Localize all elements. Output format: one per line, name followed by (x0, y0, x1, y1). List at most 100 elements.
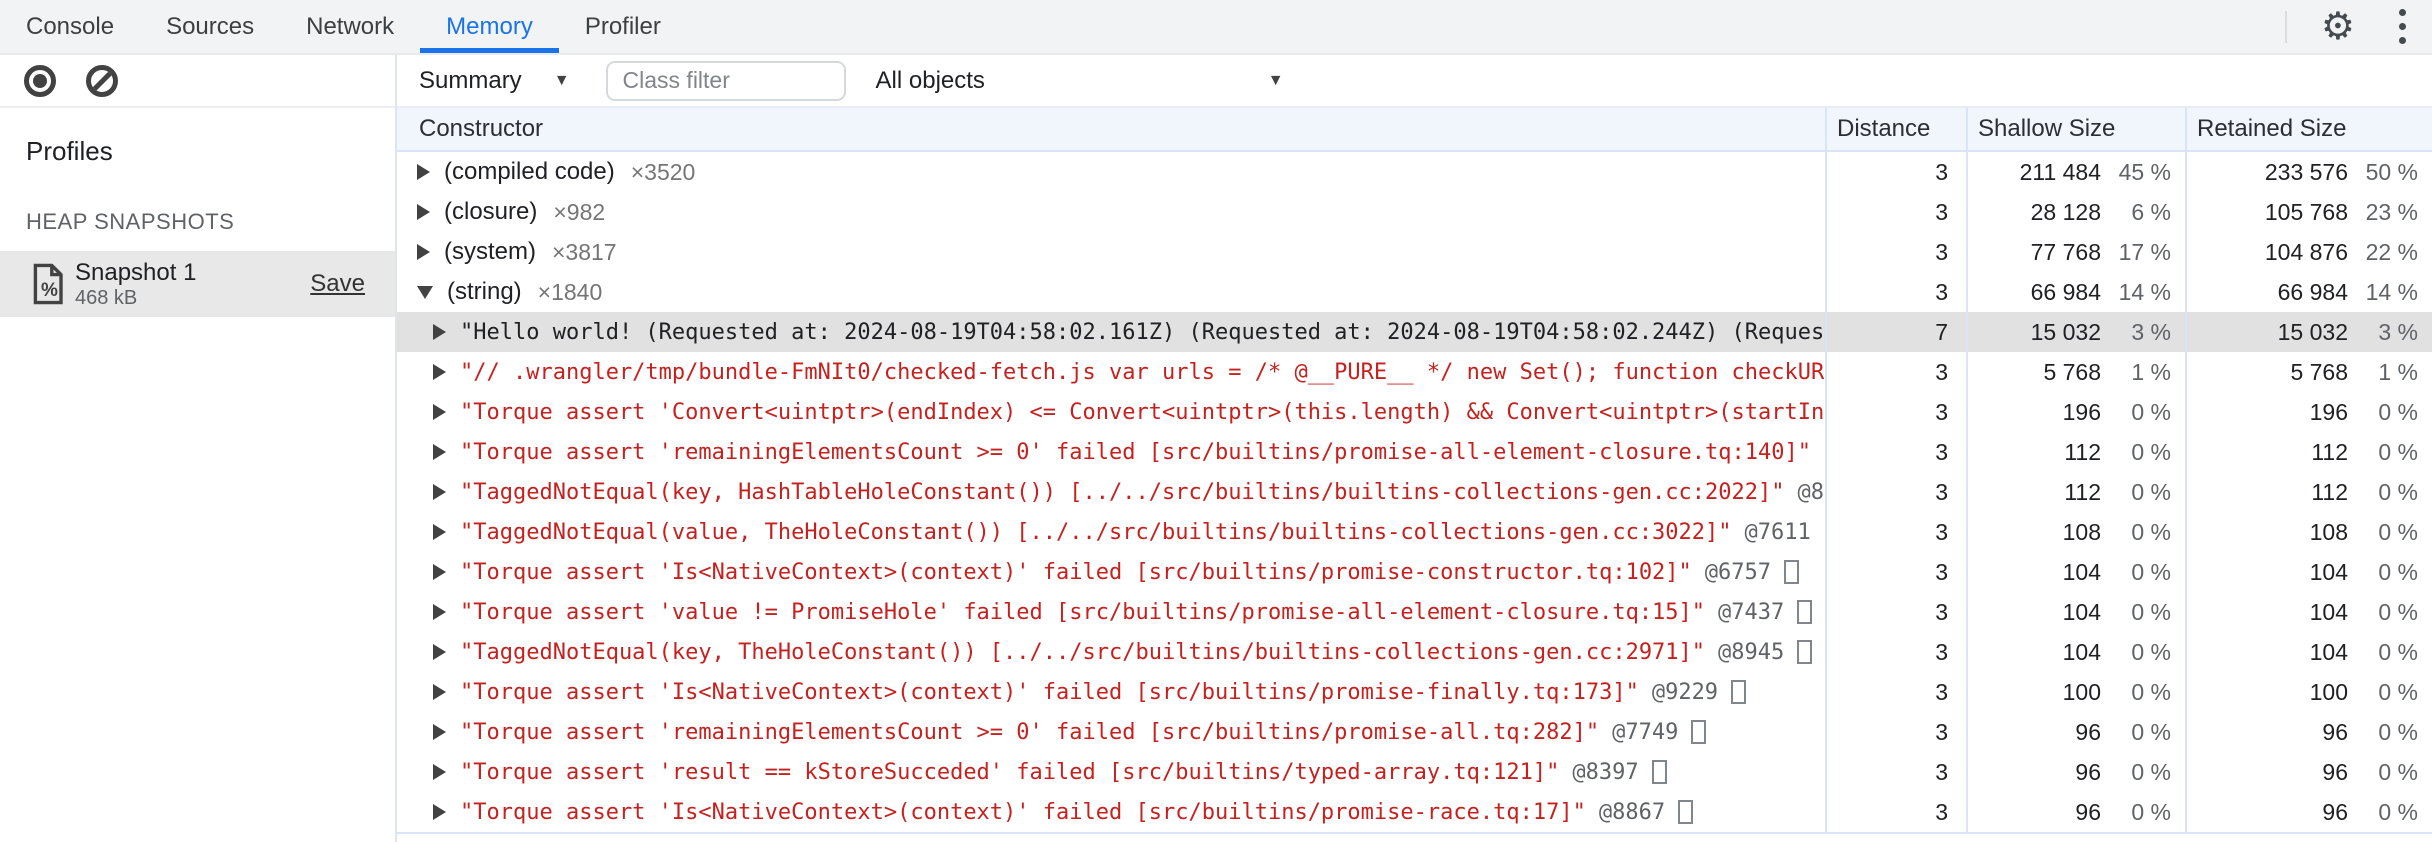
table-row[interactable]: "Torque assert 'Is<NativeContext>(contex… (397, 552, 2432, 592)
table-row[interactable]: "Torque assert 'Is<NativeContext>(contex… (397, 792, 2432, 832)
retained-size-cell: 104 0 % (2185, 592, 2432, 632)
reveal-icon[interactable] (1678, 800, 1694, 824)
shallow-size-value: 108 (2062, 518, 2101, 545)
constructor-name: "Torque assert 'Is<NativeContext>(contex… (460, 679, 1639, 705)
shallow-size-percent: 17 % (2118, 238, 2171, 265)
distance-cell: 3 (1825, 672, 1966, 712)
snapshot-list-item[interactable]: % Snapshot 1 468 kB Save (0, 251, 395, 317)
retained-size-value: 196 (2309, 398, 2348, 425)
table-row[interactable]: (closure) ×982 3 28 128 6 % 105 768 23 % (397, 192, 2432, 232)
object-id: @8945 (1718, 639, 1785, 665)
table-row[interactable]: "TaggedNotEqual(key, TheHoleConstant()) … (397, 632, 2432, 672)
constructor-cell: "TaggedNotEqual(value, TheHoleConstant()… (397, 512, 1825, 552)
table-row[interactable]: "// .wrangler/tmp/bundle-FmNIt0/checked-… (397, 352, 2432, 392)
retained-size-value: 5 768 (2290, 358, 2348, 385)
table-row[interactable]: "Torque assert 'remainingElementsCount >… (397, 432, 2432, 472)
table-row[interactable]: (compiled code) ×3520 3 211 484 45 % 233 576 5… (397, 152, 2432, 192)
tab-sources[interactable]: Sources (140, 0, 280, 53)
shallow-size-cell: 96 0 % (1966, 752, 2185, 792)
disclosure-triangle-icon[interactable] (433, 764, 446, 780)
constructor-name: "Torque assert 'Convert<uintptr>(endInde… (460, 399, 1825, 425)
reveal-icon[interactable] (1691, 720, 1707, 744)
shallow-size-percent: 0 % (2131, 558, 2171, 585)
table-row[interactable]: "Torque assert 'value != PromiseHole' fa… (397, 592, 2432, 632)
retained-size-value: 104 (2309, 558, 2348, 585)
table-row[interactable]: (string) ×1840 3 66 984 14 % 66 984 14 % (397, 272, 2432, 312)
table-row[interactable]: "Hello world! (Requested at: 2024-08-19T… (397, 312, 2432, 352)
table-row[interactable]: "TaggedNotEqual(key, HashTableHoleConsta… (397, 472, 2432, 512)
retained-size-value: 96 (2322, 758, 2348, 785)
shallow-size-value: 100 (2062, 678, 2101, 705)
constructor-cell: "Torque assert 'Is<NativeContext>(contex… (397, 672, 1825, 712)
constructor-cell: "TaggedNotEqual(key, HashTableHoleConsta… (397, 472, 1825, 512)
retained-size-value: 15 032 (2277, 318, 2348, 345)
disclosure-triangle-icon[interactable] (433, 604, 446, 620)
shallow-size-cell: 211 484 45 % (1966, 152, 2185, 192)
column-header-retained-size[interactable]: Retained Size (2185, 108, 2432, 150)
table-row[interactable]: "Torque assert 'Convert<uintptr>(endInde… (397, 392, 2432, 432)
reveal-icon[interactable] (1797, 600, 1813, 624)
reveal-icon[interactable] (1797, 640, 1813, 664)
retained-size-percent: 0 % (2378, 398, 2418, 425)
disclosure-triangle-icon[interactable] (433, 444, 446, 460)
retained-size-value: 104 (2309, 598, 2348, 625)
shallow-size-value: 15 032 (2030, 318, 2101, 345)
reveal-icon[interactable] (1784, 560, 1800, 584)
column-header-shallow-size[interactable]: Shallow Size (1966, 108, 2185, 150)
table-row[interactable]: "TaggedNotEqual(value, TheHoleConstant()… (397, 512, 2432, 552)
tab-network[interactable]: Network (280, 0, 420, 53)
disclosure-triangle-icon[interactable] (417, 285, 433, 299)
constructor-name: "Torque assert 'Is<NativeContext>(contex… (460, 799, 1586, 825)
distance-cell: 3 (1825, 592, 1966, 632)
distance-cell: 3 (1825, 752, 1966, 792)
tab-memory[interactable]: Memory (420, 0, 559, 53)
table-row[interactable]: "Torque assert 'result == kStoreSucceded… (397, 752, 2432, 792)
save-link[interactable]: Save (310, 270, 365, 298)
disclosure-triangle-icon[interactable] (433, 684, 446, 700)
retained-size-percent: 0 % (2378, 798, 2418, 825)
table-row[interactable]: "Torque assert 'remainingElementsCount >… (397, 712, 2432, 752)
tab-console[interactable]: Console (0, 0, 140, 53)
perspective-select[interactable]: Summary ▼ (419, 67, 570, 95)
disclosure-triangle-icon[interactable] (417, 244, 430, 260)
retained-size-percent: 0 % (2378, 638, 2418, 665)
class-filter-input[interactable] (605, 60, 846, 101)
chevron-down-icon: ▼ (553, 71, 570, 89)
clear-icon[interactable] (86, 64, 118, 97)
constructor-cell: "Torque assert 'remainingElementsCount >… (397, 432, 1825, 472)
table-row[interactable]: (system) ×3817 3 77 768 17 % 104 876 22 % (397, 232, 2432, 272)
retained-size-value: 105 768 (2264, 198, 2348, 225)
reveal-icon[interactable] (1651, 760, 1667, 784)
constructor-name: (compiled code) (444, 158, 615, 185)
constructor-cell: "Torque assert 'remainingElementsCount >… (397, 712, 1825, 752)
disclosure-triangle-icon[interactable] (433, 324, 446, 340)
record-icon[interactable] (24, 64, 56, 97)
retained-size-value: 104 876 (2264, 238, 2348, 265)
disclosure-triangle-icon[interactable] (433, 564, 446, 580)
disclosure-triangle-icon[interactable] (433, 724, 446, 740)
shallow-size-percent: 0 % (2131, 758, 2171, 785)
disclosure-triangle-icon[interactable] (433, 644, 446, 660)
kebab-menu-icon[interactable] (2399, 9, 2406, 44)
settings-gear-icon[interactable]: ⚙ (2321, 8, 2355, 46)
shallow-size-percent: 3 % (2131, 318, 2171, 345)
tab-profiler[interactable]: Profiler (559, 0, 687, 53)
column-header-distance[interactable]: Distance (1825, 108, 1966, 150)
constructor-name: "TaggedNotEqual(key, TheHoleConstant()) … (460, 639, 1706, 665)
shallow-size-cell: 104 0 % (1966, 592, 2185, 632)
retained-size-percent: 3 % (2378, 318, 2418, 345)
disclosure-triangle-icon[interactable] (433, 404, 446, 420)
table-row[interactable]: "Torque assert 'Is<NativeContext>(contex… (397, 672, 2432, 712)
disclosure-triangle-icon[interactable] (433, 804, 446, 820)
constructor-cell: (system) ×3817 (397, 232, 1825, 272)
reveal-icon[interactable] (1731, 680, 1747, 704)
disclosure-triangle-icon[interactable] (433, 524, 446, 540)
shallow-size-cell: 66 984 14 % (1966, 272, 2185, 312)
disclosure-triangle-icon[interactable] (417, 164, 430, 180)
disclosure-triangle-icon[interactable] (417, 204, 430, 220)
disclosure-triangle-icon[interactable] (433, 484, 446, 500)
objects-select[interactable]: All objects ▼ (876, 67, 1284, 95)
constructor-name: "// .wrangler/tmp/bundle-FmNIt0/checked-… (460, 359, 1825, 385)
disclosure-triangle-icon[interactable] (433, 364, 446, 380)
column-header-constructor[interactable]: Constructor (397, 108, 1825, 150)
